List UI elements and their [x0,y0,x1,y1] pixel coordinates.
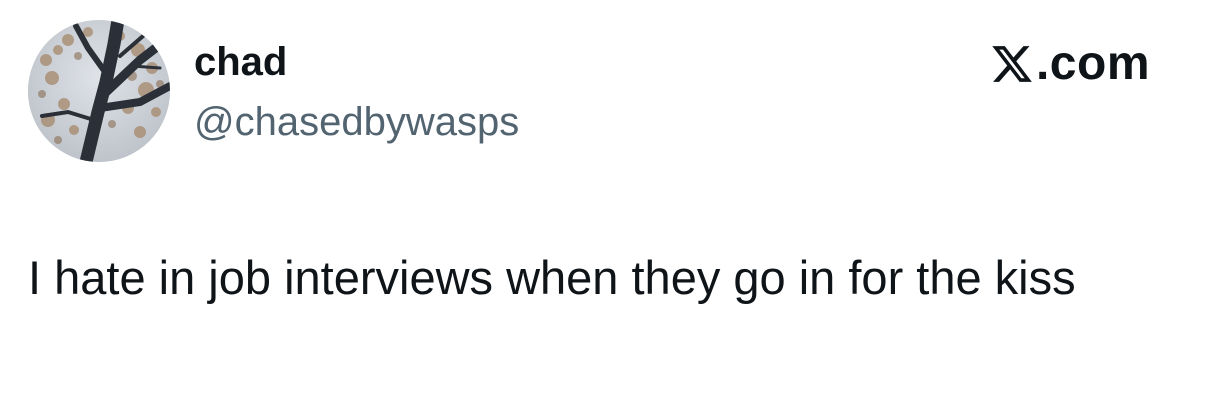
author-avatar[interactable] [28,20,170,162]
brand-link[interactable]: .com [990,36,1150,92]
x-logo-icon [992,46,1032,82]
brand-domain: .com [1035,37,1150,90]
tree-branches-avatar-icon [28,20,170,162]
tweet-body: I hate in job interviews when they go in… [28,251,1076,304]
author-handle[interactable]: @chasedbywasps [194,98,519,146]
author-display-name[interactable]: chad [194,38,287,86]
tweet-card: chad @chasedbywasps .com I hate in job i… [0,0,1206,412]
